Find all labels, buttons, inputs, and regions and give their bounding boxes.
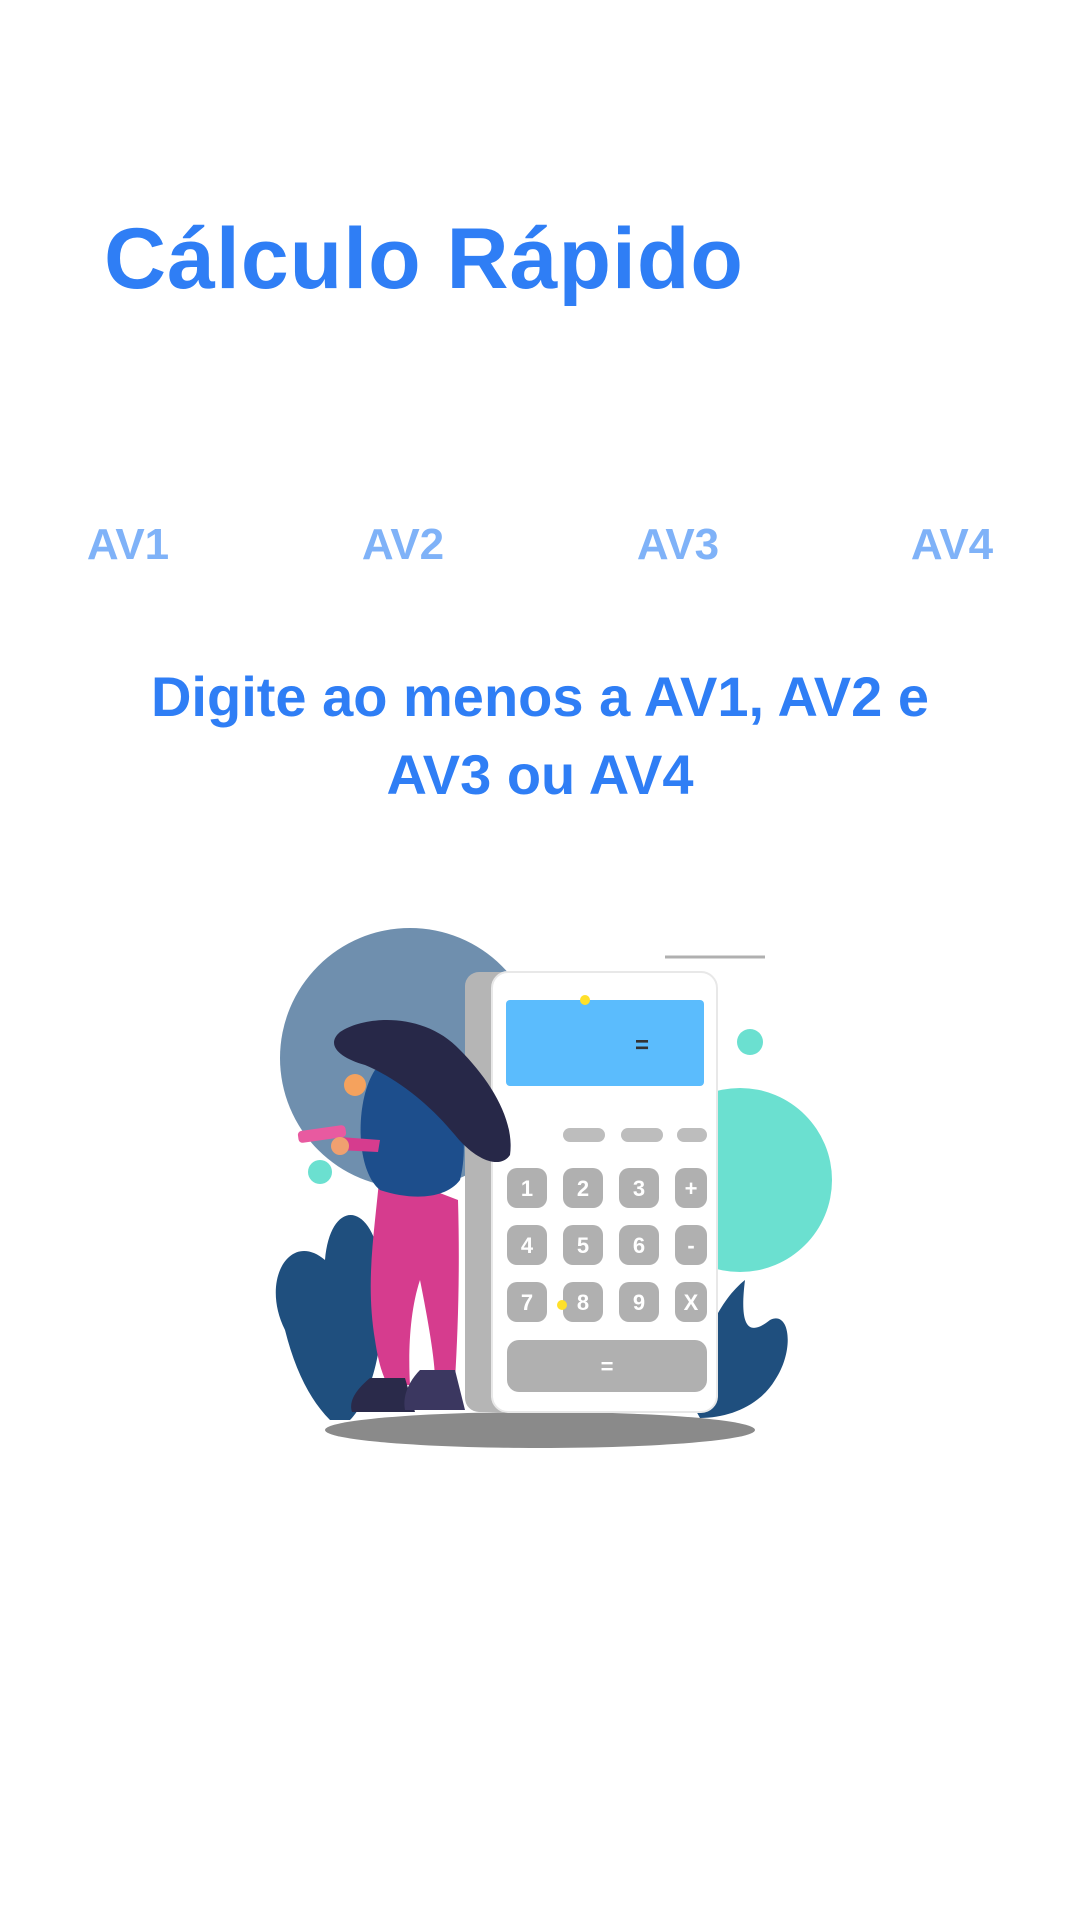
av2-field[interactable]: AV2 [303, 505, 503, 585]
av3-label: AV3 [636, 520, 720, 569]
yellow-dot-top [580, 995, 590, 1005]
hint-line-1: Digite ao menos a AV1, AV2 e [150, 665, 929, 728]
calculator-function-key-3 [677, 1128, 707, 1142]
calculator-function-key-2 [621, 1128, 663, 1142]
hint-message: Digite ao menos a AV1, AV2 e AV3 ou AV4 [60, 658, 1020, 814]
yellow-dot-keys [557, 1300, 567, 1310]
calculator-key-9-label: 9 [633, 1290, 645, 1315]
calculator-key-8-label: 8 [577, 1290, 589, 1315]
calculator-key-multiply-label: X [684, 1290, 699, 1315]
teal-dot-left [308, 1160, 332, 1184]
calculator-key-4-label: 4 [521, 1233, 534, 1258]
av3-field[interactable]: AV3 [578, 505, 778, 585]
calculator-key-3-label: 3 [633, 1176, 645, 1201]
calculator-display-value: = [635, 1032, 649, 1059]
av2-label: AV2 [361, 520, 445, 569]
calculator-key-7-label: 7 [521, 1290, 533, 1315]
quick-calc-screen: Cálculo Rápido AV1 AV2 AV3 AV4 Digite ao… [0, 0, 1080, 1920]
av1-label: AV1 [86, 520, 170, 569]
ground-shadow [325, 1412, 755, 1448]
av4-field[interactable]: AV4 [852, 505, 1052, 585]
calculator-key-5-label: 5 [577, 1233, 589, 1258]
page-title: Cálculo Rápido [104, 211, 744, 307]
grade-fields: AV1 AV2 AV3 AV4 [0, 505, 1080, 585]
calculator-display [506, 1000, 704, 1086]
calculator-key-6-label: 6 [633, 1233, 645, 1258]
calculator-key-2-label: 2 [577, 1176, 589, 1201]
calculator-key-equals-label: = [601, 1354, 614, 1379]
hint-line-2: AV3 ou AV4 [386, 743, 694, 806]
calculator-function-key-1 [563, 1128, 605, 1142]
av4-label: AV4 [910, 520, 994, 569]
av1-field[interactable]: AV1 [28, 505, 228, 585]
teal-dot-right [737, 1029, 763, 1055]
calculator-key-plus-label: + [685, 1176, 698, 1201]
calculator-key-1-label: 1 [521, 1176, 533, 1201]
woman-with-calculator-illustration: = 1 2 3 + 4 5 6 - 7 8 9 X = [270, 900, 850, 1460]
calculator-key-minus-label: - [687, 1233, 694, 1258]
